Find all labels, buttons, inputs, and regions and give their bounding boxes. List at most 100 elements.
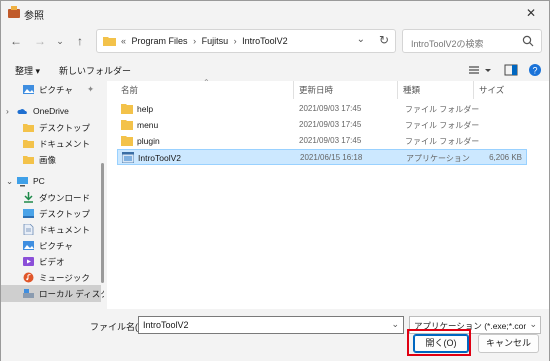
file-row[interactable]: menu 2021/09/03 17:45 ファイル フォルダー <box>117 117 527 133</box>
svg-text:?: ? <box>532 66 537 76</box>
organize-button[interactable]: 整理 ▾ <box>15 64 40 77</box>
drive-icon <box>23 289 34 298</box>
back-button[interactable]: ← <box>7 31 25 51</box>
sidebar-item-pictures-quick[interactable]: ピクチャ ✦ <box>1 81 101 98</box>
chevron-down-icon[interactable]: ⌄ <box>6 176 13 187</box>
desktop-icon <box>23 209 34 218</box>
address-dropdown-button[interactable]: ⌄ <box>357 34 365 45</box>
filename-input[interactable]: IntroToolV2 ⌄ <box>138 316 404 334</box>
file-name: IntroToolV2 <box>138 153 181 163</box>
file-type: ファイル フォルダー <box>405 105 480 114</box>
chevron-down-icon[interactable]: ⌄ <box>529 319 537 330</box>
sidebar-item-label: ビデオ <box>39 257 65 267</box>
column-header-name[interactable]: 名前 <box>121 81 138 99</box>
preview-pane-icon[interactable] <box>503 62 519 78</box>
file-date: 2021/09/03 17:45 <box>299 104 362 113</box>
sidebar-item-onedrive[interactable]: › OneDrive <box>1 103 101 120</box>
file-list: 名前 ⌃ 更新日時 種類 サイズ help 2021/09/03 17:45 フ… <box>107 78 549 309</box>
file-row-selected[interactable]: IntroToolV2 2021/06/15 16:18 アプリケーション 6,… <box>117 149 527 165</box>
column-header-type[interactable]: 種類 <box>403 81 420 99</box>
forward-button[interactable]: → <box>31 31 49 51</box>
sidebar-item-label: 画像 <box>39 155 57 165</box>
sidebar-item-label: デスクトップ <box>39 123 91 133</box>
sidebar-item-pictures[interactable]: ピクチャ <box>1 237 101 254</box>
file-date: 2021/09/03 17:45 <box>299 136 362 145</box>
download-icon <box>24 192 33 203</box>
sidebar-item-label: ドキュメント <box>39 139 91 149</box>
filename-value: IntroToolV2 <box>143 320 189 330</box>
column-divider[interactable] <box>397 81 398 99</box>
sidebar-item-onedrive-documents[interactable]: ドキュメント <box>1 135 101 152</box>
sidebar-item-label: ドキュメント <box>39 225 91 235</box>
navigation-pane: ピクチャ ✦ › OneDrive デスクトップ ドキュメント 画像 ⌄ PC … <box>1 81 104 309</box>
folder-icon <box>103 37 116 46</box>
sidebar-item-label: ミュージック <box>39 273 90 283</box>
new-folder-button[interactable]: 新しいフォルダー <box>59 64 131 77</box>
sidebar-item-videos[interactable]: ビデオ <box>1 253 101 270</box>
sidebar-item-downloads[interactable]: ダウンロード <box>1 189 101 206</box>
breadcrumb-separator[interactable]: › <box>234 36 237 46</box>
sidebar-item-onedrive-images[interactable]: 画像 <box>1 151 101 168</box>
close-button[interactable]: ✕ <box>519 3 543 23</box>
command-bar: 整理 ▾ 新しいフォルダー ? <box>1 59 549 81</box>
column-divider[interactable] <box>473 81 474 99</box>
breadcrumb-separator[interactable]: › <box>193 36 196 46</box>
scrollbar-thumb[interactable] <box>101 163 104 283</box>
breadcrumb-item[interactable]: Fujitsu <box>202 36 229 46</box>
highlight-box <box>407 329 471 356</box>
file-date: 2021/06/15 16:18 <box>300 153 363 162</box>
breadcrumb: « Program Files › Fujitsu › IntroToolV2 <box>121 36 291 46</box>
pictures-icon <box>23 241 34 250</box>
sidebar-item-label: ピクチャ <box>39 85 73 95</box>
chevron-down-icon[interactable] <box>483 62 493 78</box>
pin-icon: ✦ <box>87 84 95 94</box>
sort-ascending-icon: ⌃ <box>203 78 210 87</box>
open-file-dialog: 参照 ✕ ← → ⌄ ↑ « Program Files › Fujitsu ›… <box>0 0 550 361</box>
search-icon <box>522 35 534 47</box>
folder-icon <box>121 104 133 114</box>
view-options-icon[interactable] <box>467 62 483 78</box>
sidebar-scrollbar[interactable] <box>101 81 104 301</box>
sidebar-item-label: ピクチャ <box>39 241 73 251</box>
file-row[interactable]: help 2021/09/03 17:45 ファイル フォルダー <box>117 101 527 117</box>
file-name: menu <box>137 120 159 130</box>
sidebar-item-label: デスクトップ <box>39 209 91 219</box>
file-type: ファイル フォルダー <box>405 137 480 146</box>
sidebar-item-desktop[interactable]: デスクトップ <box>1 205 101 222</box>
sidebar-item-music[interactable]: ミュージック <box>1 269 101 286</box>
folder-icon <box>23 156 34 164</box>
folder-icon <box>23 140 34 148</box>
search-input[interactable]: IntroToolV2の検索 <box>402 29 542 53</box>
up-button[interactable]: ↑ <box>71 31 89 51</box>
folder-icon <box>121 136 133 146</box>
address-bar[interactable]: « Program Files › Fujitsu › IntroToolV2 … <box>96 29 396 53</box>
sidebar-item-documents[interactable]: ドキュメント <box>1 221 101 238</box>
column-header-size[interactable]: サイズ <box>479 81 504 99</box>
navigation-bar: ← → ⌄ ↑ « Program Files › Fujitsu › Intr… <box>1 27 549 55</box>
file-type: ファイル フォルダー <box>405 121 480 130</box>
breadcrumb-item[interactable]: IntroToolV2 <box>242 36 288 46</box>
file-size: 6,206 KB <box>489 153 522 162</box>
file-row[interactable]: plugin 2021/09/03 17:45 ファイル フォルダー <box>117 133 527 149</box>
recent-locations-button[interactable]: ⌄ <box>51 31 69 51</box>
sidebar-item-onedrive-desktop[interactable]: デスクトップ <box>1 119 101 136</box>
breadcrumb-overflow[interactable]: « <box>121 36 126 46</box>
chevron-down-icon[interactable]: ⌄ <box>391 319 399 330</box>
breadcrumb-item[interactable]: Program Files <box>132 36 188 46</box>
app-icon <box>8 6 20 18</box>
pictures-icon <box>23 85 34 94</box>
pc-icon <box>17 177 28 187</box>
chevron-right-icon[interactable]: › <box>6 106 9 116</box>
sidebar-item-pc[interactable]: ⌄ PC <box>1 173 101 190</box>
application-icon <box>122 152 134 163</box>
file-name: help <box>137 104 154 114</box>
sidebar-item-local-disk[interactable]: ローカル ディスク (C <box>1 285 104 302</box>
file-type: アプリケーション <box>406 154 470 163</box>
column-header-modified[interactable]: 更新日時 <box>299 81 333 99</box>
refresh-button[interactable]: ↻ <box>379 33 389 47</box>
help-icon[interactable]: ? <box>527 62 543 78</box>
column-divider[interactable] <box>293 81 294 99</box>
window-title: 参照 <box>24 11 44 22</box>
folder-icon <box>23 124 34 132</box>
cancel-button[interactable]: キャンセル <box>478 334 539 353</box>
